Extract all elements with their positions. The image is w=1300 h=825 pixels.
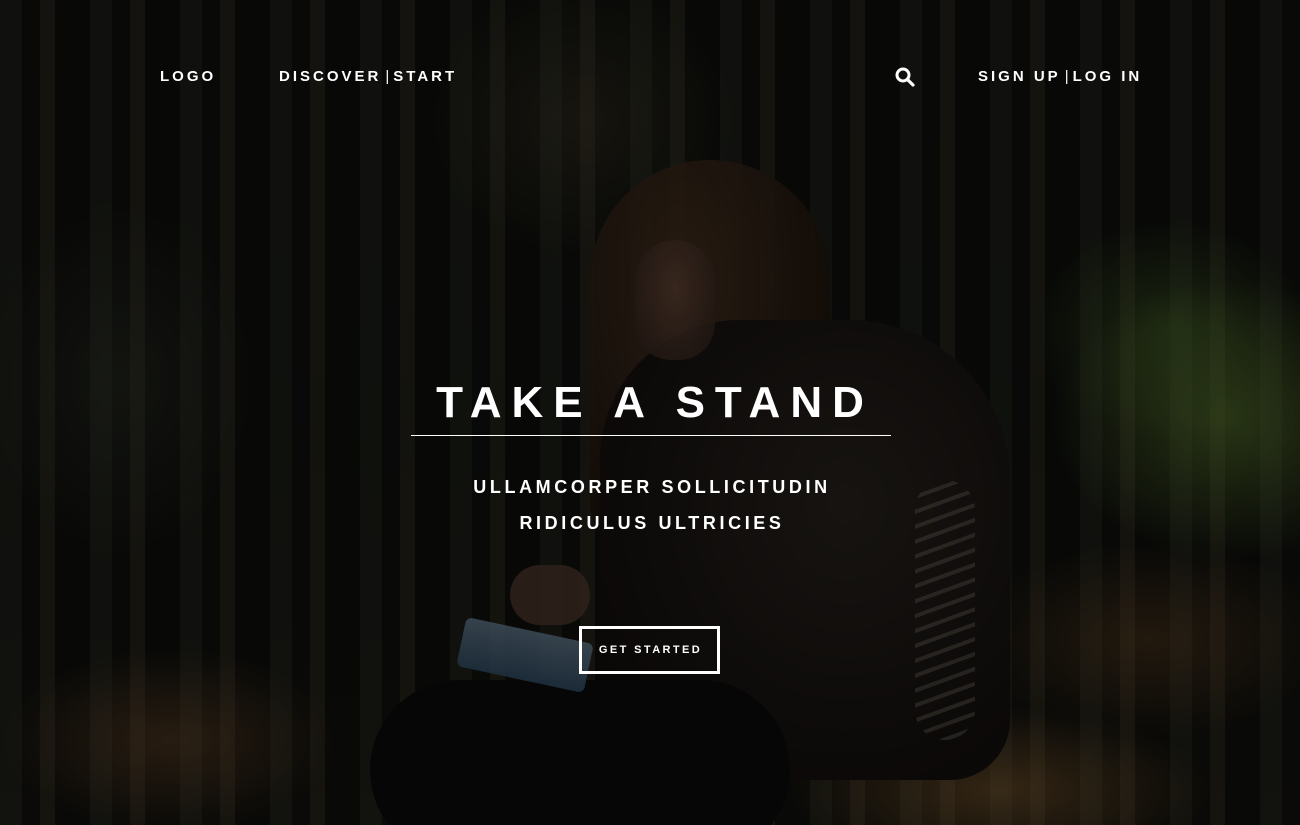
hero-title: TAKE A STAND — [436, 378, 874, 428]
search-button[interactable] — [894, 66, 916, 88]
account-nav-links: SIGN UP | LOG IN — [978, 68, 1142, 86]
nav-link-log-in[interactable]: LOG IN — [1073, 68, 1143, 85]
nav-link-discover[interactable]: DISCOVER — [279, 68, 381, 85]
top-navigation: LOGO DISCOVER | START SIGN UP | LOG IN — [0, 0, 1300, 150]
nav-separator: | — [385, 68, 390, 85]
nav-link-sign-up[interactable]: SIGN UP — [978, 68, 1061, 85]
hero-subtitle-line-1: ULLAMCORPER SOLLICITUDIN — [473, 477, 831, 497]
nav-link-start[interactable]: START — [393, 68, 457, 85]
primary-nav-links: DISCOVER | START — [279, 68, 457, 86]
hero-divider — [411, 435, 891, 436]
hero-section: LOGO DISCOVER | START SIGN UP | LOG IN TAKE … — [0, 0, 1300, 825]
logo-link[interactable]: LOGO — [160, 68, 216, 86]
search-icon — [895, 67, 915, 87]
hero-subtitle-line-2: RIDICULUS ULTRICIES — [519, 513, 785, 533]
get-started-button[interactable]: GET STARTED — [579, 626, 720, 674]
nav-separator: | — [1064, 68, 1069, 85]
